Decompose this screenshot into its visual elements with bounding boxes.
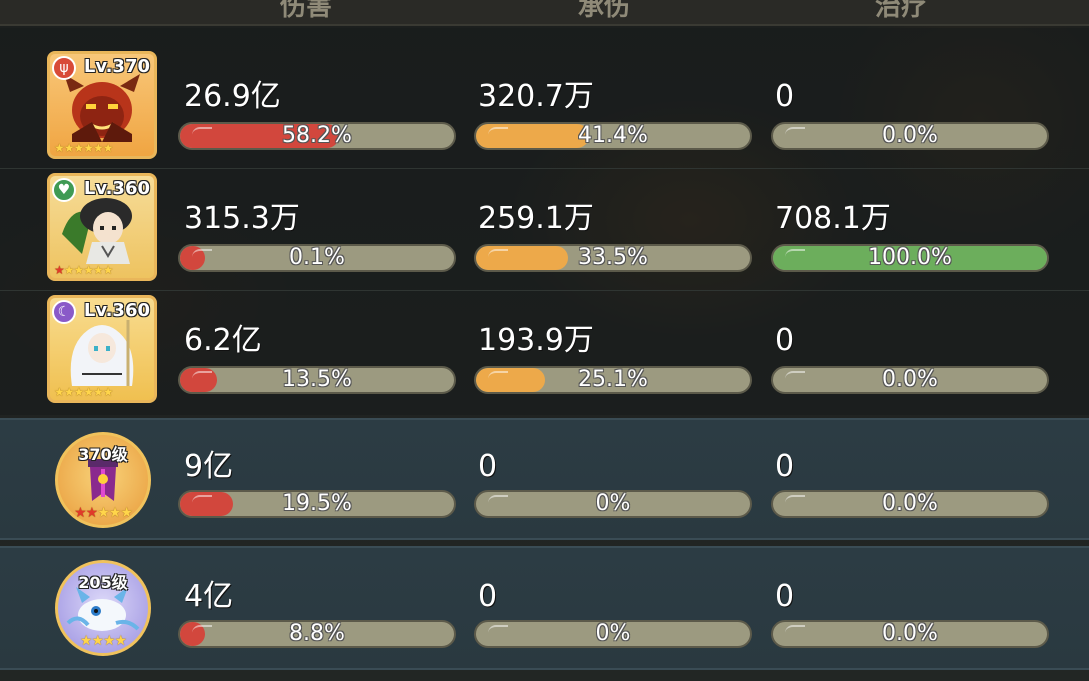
fire-faction-icon: ψ	[52, 56, 76, 80]
damage-value: 315.3万	[184, 201, 300, 236]
damage-percent: 19.5%	[282, 491, 352, 516]
demon-hero-art	[64, 74, 140, 142]
damage-percent: 0.1%	[289, 245, 345, 270]
star-rating: ★★★★★	[74, 505, 133, 521]
artifact-row-1: 370级 ★★★★★ 9亿 19.5% 0 0% 0 0.0%	[0, 418, 1089, 540]
pet-icon-wolf[interactable]: 205级 ★★★★	[55, 560, 151, 656]
heal-value: 0	[775, 79, 795, 114]
hero-portrait-priestess[interactable]: ☾ Lv.360 ★★★★★★	[47, 295, 157, 403]
heal-value: 0	[775, 579, 795, 614]
hero-level: Lv.370	[83, 56, 150, 77]
hero-row-2: ♥ Lv.360 ★★★★★★ 315.3万 0.1% 259.1万 33.5%…	[0, 168, 1089, 291]
star-rating: ★★★★★★	[54, 385, 114, 399]
hero-portrait-demon[interactable]: ψ Lv.370 ★★★★★★	[47, 51, 157, 159]
damage-bar: 19.5%	[178, 490, 456, 518]
spirit-faction-icon: ☾	[52, 300, 76, 324]
heal-percent: 0.0%	[882, 621, 938, 646]
nature-faction-icon: ♥	[52, 178, 76, 202]
heal-bar: 0.0%	[771, 620, 1049, 648]
star-rating: ★★★★★★	[54, 141, 114, 155]
damage-percent: 8.8%	[289, 621, 345, 646]
damage-taken-bar: 41.4%	[474, 122, 752, 150]
hero-level: Lv.360	[83, 300, 150, 321]
hero-row-3: ☾ Lv.360 ★★★★★★ 6.2亿 13.5% 193.9万 25.1% …	[0, 290, 1089, 412]
damage-taken-percent: 41.4%	[578, 123, 648, 148]
column-header: 伤害 承伤 治疗	[0, 0, 1089, 26]
damage-taken-value: 0	[478, 449, 498, 484]
damage-bar: 58.2%	[178, 122, 456, 150]
damage-taken-bar: 0%	[474, 490, 752, 518]
hero-level: Lv.360	[83, 178, 150, 199]
hero-row-1: ψ Lv.370 ★★★★★★ 26.9亿 58.2% 320.7万 41.4%…	[0, 46, 1089, 169]
heal-bar: 100.0%	[771, 244, 1049, 272]
damage-taken-percent: 33.5%	[578, 245, 648, 270]
artifact-level: 370级	[78, 445, 128, 464]
header-taken-label: 承伤	[578, 0, 631, 22]
damage-taken-value: 320.7万	[478, 79, 594, 114]
heal-percent: 100.0%	[868, 245, 952, 270]
heal-value: 0	[775, 449, 795, 484]
damage-taken-bar: 0%	[474, 620, 752, 648]
damage-bar: 0.1%	[178, 244, 456, 272]
heal-percent: 0.0%	[882, 491, 938, 516]
heal-bar: 0.0%	[771, 366, 1049, 394]
damage-percent: 13.5%	[282, 367, 352, 392]
heal-percent: 0.0%	[882, 367, 938, 392]
damage-value: 26.9亿	[184, 79, 281, 114]
priestess-hero-art	[70, 320, 134, 386]
heal-percent: 0.0%	[882, 123, 938, 148]
header-damage-label: 伤害	[280, 0, 333, 22]
header-heal-label: 治疗	[875, 0, 928, 22]
damage-bar: 8.8%	[178, 620, 456, 648]
heal-value: 708.1万	[775, 201, 891, 236]
damage-bar: 13.5%	[178, 366, 456, 394]
damage-taken-bar: 33.5%	[474, 244, 752, 272]
damage-taken-percent: 0%	[595, 491, 631, 516]
damage-taken-percent: 0%	[595, 621, 631, 646]
damage-percent: 58.2%	[282, 123, 352, 148]
damage-value: 6.2亿	[184, 323, 262, 358]
damage-taken-bar: 25.1%	[474, 366, 752, 394]
damage-taken-value: 193.9万	[478, 323, 594, 358]
damage-taken-value: 259.1万	[478, 201, 594, 236]
pet-level: 205级	[78, 573, 128, 592]
damage-taken-value: 0	[478, 579, 498, 614]
star-rating: ★★★★	[79, 633, 127, 649]
damage-value: 9亿	[184, 449, 234, 484]
artifact-icon-banner[interactable]: 370级 ★★★★★	[55, 432, 151, 528]
pet-row-1: 205级 ★★★★ 4亿 8.8% 0 0% 0 0.0%	[0, 546, 1089, 670]
damage-taken-percent: 25.1%	[578, 367, 648, 392]
hero-portrait-sage[interactable]: ♥ Lv.360 ★★★★★★	[47, 173, 157, 281]
heal-bar: 0.0%	[771, 122, 1049, 150]
heal-bar: 0.0%	[771, 490, 1049, 518]
sage-hero-art	[62, 198, 132, 264]
star-rating: ★★★★★★	[54, 263, 114, 277]
heal-value: 0	[775, 323, 795, 358]
damage-value: 4亿	[184, 579, 234, 614]
